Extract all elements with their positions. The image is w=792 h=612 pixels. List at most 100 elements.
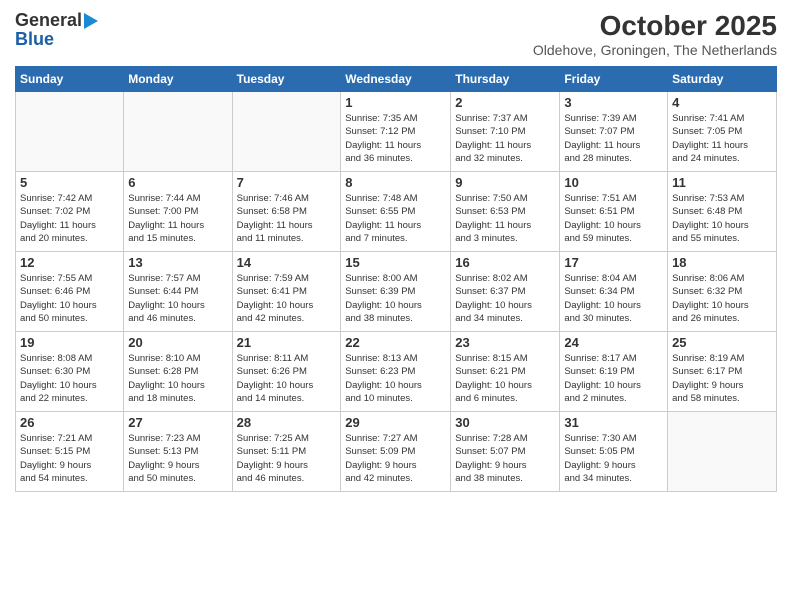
table-row: 12 Sunrise: 7:55 AM Sunset: 6:46 PM Dayli… bbox=[16, 252, 124, 332]
day-number: 11 bbox=[672, 175, 772, 190]
table-row: 21Sunrise: 8:11 AM Sunset: 6:26 PM Dayli… bbox=[232, 332, 341, 412]
logo-general: General bbox=[15, 10, 82, 31]
table-row bbox=[668, 412, 777, 492]
day-number: 10 bbox=[564, 175, 663, 190]
day-info: Sunrise: 8:15 AM Sunset: 6:21 PM Dayligh… bbox=[455, 352, 555, 405]
table-row: 1Sunrise: 7:35 AM Sunset: 7:12 PM Daylig… bbox=[341, 92, 451, 172]
table-row: 11 Sunrise: 7:53 AM Sunset: 6:48 PM Dayli… bbox=[668, 172, 777, 252]
table-row: 17 Sunrise: 8:04 AM Sunset: 6:34 PM Dayli… bbox=[560, 252, 668, 332]
table-row: 29 Sunrise: 7:27 AM Sunset: 5:09 PM Dayli… bbox=[341, 412, 451, 492]
day-number: 25 bbox=[672, 335, 772, 350]
day-number: 30 bbox=[455, 415, 555, 430]
table-row: 13Sunrise: 7:57 AM Sunset: 6:44 PM Dayli… bbox=[124, 252, 232, 332]
col-thursday: Thursday bbox=[451, 67, 560, 92]
day-number: 24 bbox=[564, 335, 663, 350]
day-number: 3 bbox=[564, 95, 663, 110]
table-row: 10 Sunrise: 7:51 AM Sunset: 6:51 PM Dayli… bbox=[560, 172, 668, 252]
day-number: 13 bbox=[128, 255, 227, 270]
day-number: 18 bbox=[672, 255, 772, 270]
day-info: Sunrise: 7:53 AM Sunset: 6:48 PM Dayligh… bbox=[672, 192, 772, 245]
table-row: 3 Sunrise: 7:39 AM Sunset: 7:07 PM Daylig… bbox=[560, 92, 668, 172]
table-row: 22 Sunrise: 8:13 AM Sunset: 6:23 PM Dayli… bbox=[341, 332, 451, 412]
day-info: Sunrise: 8:08 AM Sunset: 6:30 PM Dayligh… bbox=[20, 352, 119, 405]
table-row: 4 Sunrise: 7:41 AM Sunset: 7:05 PM Daylig… bbox=[668, 92, 777, 172]
table-row: 9 Sunrise: 7:50 AM Sunset: 6:53 PM Daylig… bbox=[451, 172, 560, 252]
month-title: October 2025 bbox=[533, 10, 777, 42]
day-number: 7 bbox=[237, 175, 337, 190]
day-info: Sunrise: 7:27 AM Sunset: 5:09 PM Dayligh… bbox=[345, 432, 446, 485]
table-row: 27 Sunrise: 7:23 AM Sunset: 5:13 PM Dayli… bbox=[124, 412, 232, 492]
day-info: Sunrise: 7:42 AM Sunset: 7:02 PM Dayligh… bbox=[20, 192, 119, 245]
table-row: 23 Sunrise: 8:15 AM Sunset: 6:21 PM Dayli… bbox=[451, 332, 560, 412]
day-info: Sunrise: 8:11 AM Sunset: 6:26 PM Dayligh… bbox=[237, 352, 337, 405]
day-info: Sunrise: 7:48 AM Sunset: 6:55 PM Dayligh… bbox=[345, 192, 446, 245]
calendar-week-row: 1Sunrise: 7:35 AM Sunset: 7:12 PM Daylig… bbox=[16, 92, 777, 172]
day-info: Sunrise: 8:02 AM Sunset: 6:37 PM Dayligh… bbox=[455, 272, 555, 325]
day-number: 6 bbox=[128, 175, 227, 190]
day-number: 17 bbox=[564, 255, 663, 270]
day-number: 19 bbox=[20, 335, 119, 350]
table-row bbox=[16, 92, 124, 172]
table-row: 8 Sunrise: 7:48 AM Sunset: 6:55 PM Daylig… bbox=[341, 172, 451, 252]
day-info: Sunrise: 8:19 AM Sunset: 6:17 PM Dayligh… bbox=[672, 352, 772, 405]
calendar-week-row: 12 Sunrise: 7:55 AM Sunset: 6:46 PM Dayli… bbox=[16, 252, 777, 332]
table-row bbox=[232, 92, 341, 172]
table-row: 31Sunrise: 7:30 AM Sunset: 5:05 PM Dayli… bbox=[560, 412, 668, 492]
calendar-week-row: 5Sunrise: 7:42 AM Sunset: 7:02 PM Daylig… bbox=[16, 172, 777, 252]
day-number: 8 bbox=[345, 175, 446, 190]
day-info: Sunrise: 7:46 AM Sunset: 6:58 PM Dayligh… bbox=[237, 192, 337, 245]
day-info: Sunrise: 7:28 AM Sunset: 5:07 PM Dayligh… bbox=[455, 432, 555, 485]
day-number: 22 bbox=[345, 335, 446, 350]
day-number: 9 bbox=[455, 175, 555, 190]
col-wednesday: Wednesday bbox=[341, 67, 451, 92]
day-number: 31 bbox=[564, 415, 663, 430]
day-info: Sunrise: 7:35 AM Sunset: 7:12 PM Dayligh… bbox=[345, 112, 446, 165]
table-row: 25 Sunrise: 8:19 AM Sunset: 6:17 PM Dayli… bbox=[668, 332, 777, 412]
calendar-header-row: Sunday Monday Tuesday Wednesday Thursday… bbox=[16, 67, 777, 92]
day-info: Sunrise: 7:23 AM Sunset: 5:13 PM Dayligh… bbox=[128, 432, 227, 485]
day-number: 15 bbox=[345, 255, 446, 270]
day-info: Sunrise: 7:55 AM Sunset: 6:46 PM Dayligh… bbox=[20, 272, 119, 325]
day-number: 4 bbox=[672, 95, 772, 110]
col-friday: Friday bbox=[560, 67, 668, 92]
day-info: Sunrise: 7:50 AM Sunset: 6:53 PM Dayligh… bbox=[455, 192, 555, 245]
table-row bbox=[124, 92, 232, 172]
calendar: Sunday Monday Tuesday Wednesday Thursday… bbox=[15, 66, 777, 492]
table-row: 7 Sunrise: 7:46 AM Sunset: 6:58 PM Daylig… bbox=[232, 172, 341, 252]
logo: General Blue bbox=[15, 10, 98, 50]
day-info: Sunrise: 8:17 AM Sunset: 6:19 PM Dayligh… bbox=[564, 352, 663, 405]
table-row: 24 Sunrise: 8:17 AM Sunset: 6:19 PM Dayli… bbox=[560, 332, 668, 412]
col-sunday: Sunday bbox=[16, 67, 124, 92]
day-number: 29 bbox=[345, 415, 446, 430]
day-info: Sunrise: 8:10 AM Sunset: 6:28 PM Dayligh… bbox=[128, 352, 227, 405]
day-info: Sunrise: 8:04 AM Sunset: 6:34 PM Dayligh… bbox=[564, 272, 663, 325]
day-info: Sunrise: 7:39 AM Sunset: 7:07 PM Dayligh… bbox=[564, 112, 663, 165]
table-row: 19 Sunrise: 8:08 AM Sunset: 6:30 PM Dayli… bbox=[16, 332, 124, 412]
table-row: 30 Sunrise: 7:28 AM Sunset: 5:07 PM Dayli… bbox=[451, 412, 560, 492]
day-number: 12 bbox=[20, 255, 119, 270]
day-number: 2 bbox=[455, 95, 555, 110]
day-info: Sunrise: 8:00 AM Sunset: 6:39 PM Dayligh… bbox=[345, 272, 446, 325]
table-row: 18Sunrise: 8:06 AM Sunset: 6:32 PM Dayli… bbox=[668, 252, 777, 332]
calendar-week-row: 26Sunrise: 7:21 AM Sunset: 5:15 PM Dayli… bbox=[16, 412, 777, 492]
col-monday: Monday bbox=[124, 67, 232, 92]
col-tuesday: Tuesday bbox=[232, 67, 341, 92]
title-block: October 2025 Oldehove, Groningen, The Ne… bbox=[533, 10, 777, 58]
page: General Blue October 2025 Oldehove, Gron… bbox=[0, 0, 792, 612]
calendar-week-row: 19 Sunrise: 8:08 AM Sunset: 6:30 PM Dayli… bbox=[16, 332, 777, 412]
header: General Blue October 2025 Oldehove, Gron… bbox=[15, 10, 777, 58]
table-row: 26Sunrise: 7:21 AM Sunset: 5:15 PM Dayli… bbox=[16, 412, 124, 492]
table-row: 14Sunrise: 7:59 AM Sunset: 6:41 PM Dayli… bbox=[232, 252, 341, 332]
day-number: 23 bbox=[455, 335, 555, 350]
day-number: 14 bbox=[237, 255, 337, 270]
logo-arrow-icon bbox=[84, 13, 98, 29]
day-number: 27 bbox=[128, 415, 227, 430]
day-number: 26 bbox=[20, 415, 119, 430]
day-info: Sunrise: 7:41 AM Sunset: 7:05 PM Dayligh… bbox=[672, 112, 772, 165]
day-info: Sunrise: 7:51 AM Sunset: 6:51 PM Dayligh… bbox=[564, 192, 663, 245]
table-row: 16Sunrise: 8:02 AM Sunset: 6:37 PM Dayli… bbox=[451, 252, 560, 332]
day-info: Sunrise: 8:13 AM Sunset: 6:23 PM Dayligh… bbox=[345, 352, 446, 405]
table-row: 5Sunrise: 7:42 AM Sunset: 7:02 PM Daylig… bbox=[16, 172, 124, 252]
table-row: 2Sunrise: 7:37 AM Sunset: 7:10 PM Daylig… bbox=[451, 92, 560, 172]
day-info: Sunrise: 7:25 AM Sunset: 5:11 PM Dayligh… bbox=[237, 432, 337, 485]
